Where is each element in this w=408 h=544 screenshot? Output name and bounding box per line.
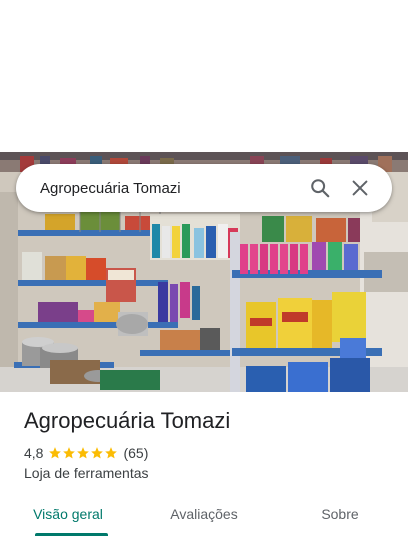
tab-overview[interactable]: Visão geral <box>0 492 136 536</box>
star-rating <box>48 446 118 460</box>
star-icon <box>49 447 62 459</box>
active-tab-indicator <box>35 533 108 536</box>
rating-row[interactable]: 4,8 (65) <box>24 445 148 461</box>
rating-value: 4,8 <box>24 445 44 461</box>
star-icon <box>91 447 104 459</box>
place-category[interactable]: Loja de ferramentas <box>24 465 149 481</box>
place-tabs: Visão geral Avaliações Sobre <box>0 492 408 536</box>
review-count[interactable]: (65) <box>123 445 148 461</box>
close-icon[interactable] <box>340 168 380 208</box>
star-icon <box>105 447 118 459</box>
search-icon[interactable] <box>300 168 340 208</box>
star-icon <box>77 447 90 459</box>
search-query-text[interactable]: Agropecuária Tomazi <box>40 180 300 197</box>
tab-about[interactable]: Sobre <box>272 492 408 536</box>
star-icon <box>63 447 76 459</box>
place-title: Agropecuária Tomazi <box>24 408 231 433</box>
tab-reviews[interactable]: Avaliações <box>136 492 272 536</box>
search-bar[interactable]: Agropecuária Tomazi <box>16 164 392 212</box>
map-blank-area <box>0 0 408 152</box>
